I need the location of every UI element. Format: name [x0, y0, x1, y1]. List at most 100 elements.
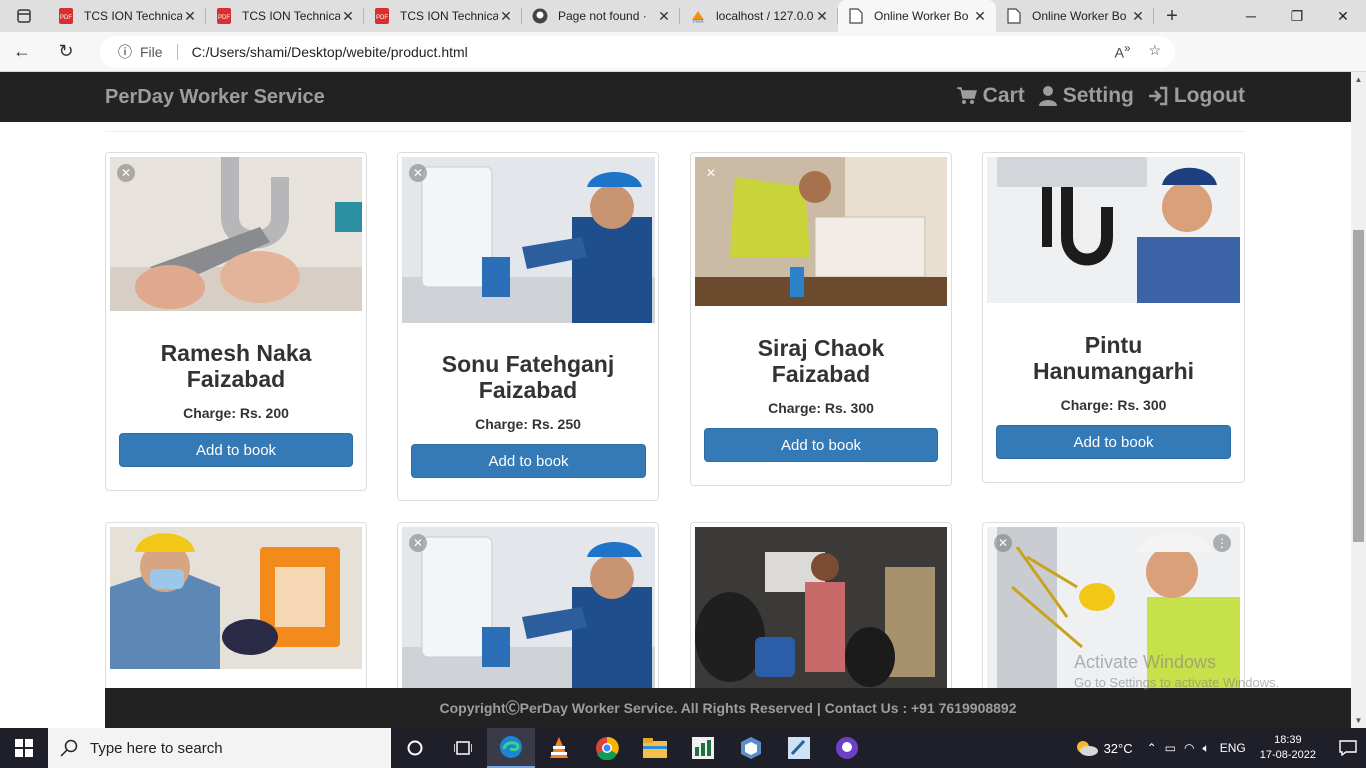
worker-name: Sonu Fatehganj Faizabad — [441, 351, 615, 403]
worker-name: Ramesh Naka Faizabad — [160, 340, 312, 392]
address-bar-row: ← ↻ ⓘ File C:/Users/shami/Desktop/webite… — [0, 32, 1366, 95]
browser-tab[interactable]: PDF TCS ION Technica ✕ — [364, 0, 522, 32]
browser-tab-active[interactable]: Online Worker Bo ✕ — [838, 0, 996, 32]
network-icon[interactable]: ◠ — [1184, 741, 1194, 756]
volume-icon[interactable]: 🔈︎ — [1203, 741, 1210, 756]
weather-icon — [1076, 741, 1098, 756]
page-icon — [848, 8, 864, 24]
new-tab-button[interactable]: + — [1154, 0, 1190, 32]
close-window-button[interactable]: ✕ — [1320, 0, 1366, 32]
back-button[interactable]: ← — [0, 32, 44, 72]
nav-setting[interactable]: Setting — [1038, 84, 1134, 108]
taskbar-app-notepad[interactable] — [775, 728, 823, 768]
battery-icon[interactable]: ▭ — [1165, 741, 1176, 756]
browser-tab[interactable]: PDF TCS ION Technica ✕ — [48, 0, 206, 32]
close-tab-icon[interactable]: ✕ — [340, 8, 356, 25]
info-icon: ⓘ — [118, 44, 132, 60]
browser-tab[interactable]: Page not found · ✕ — [522, 0, 680, 32]
vlc-icon — [550, 737, 568, 758]
scrollbar-thumb[interactable] — [1353, 230, 1364, 542]
scroll-down-icon[interactable]: ▼ — [1351, 713, 1366, 728]
worker-card — [690, 522, 952, 688]
tab-title: Online Worker Bo — [874, 9, 969, 23]
taskbar-app-spreadsheet[interactable] — [679, 728, 727, 768]
close-tab-icon[interactable]: ✕ — [182, 8, 198, 25]
clock[interactable]: 18:39 17-08-2022 — [1260, 733, 1316, 763]
worker-card: ✕ Ramesh Naka Faizabad Charge: Rs. 200 A… — [105, 152, 367, 491]
close-tab-icon[interactable]: ✕ — [972, 8, 988, 25]
add-to-book-button[interactable]: Add to book — [411, 444, 646, 478]
more-options-icon[interactable]: ⋮ — [1213, 534, 1231, 552]
add-favorite-icon[interactable]: ☆ — [1148, 42, 1161, 61]
tab-actions-button[interactable] — [0, 0, 48, 32]
restore-button[interactable]: ❐ — [1274, 0, 1320, 32]
close-icon[interactable]: ✕ — [702, 164, 720, 182]
product-grid: ✕ Ramesh Naka Faizabad Charge: Rs. 200 A… — [0, 122, 1351, 688]
close-tab-icon[interactable]: ✕ — [1130, 8, 1146, 25]
page-icon — [1006, 8, 1022, 24]
pdf-icon: PDF — [216, 8, 232, 24]
brand-link[interactable]: PerDay Worker Service — [105, 86, 325, 109]
close-icon[interactable]: ✕ — [409, 164, 427, 182]
weather-widget[interactable]: 32°C — [1074, 739, 1133, 757]
read-aloud-icon[interactable]: A» — [1115, 42, 1131, 61]
svg-text:PDF: PDF — [218, 15, 230, 21]
task-view-icon — [454, 741, 472, 755]
close-icon[interactable]: ✕ — [994, 534, 1012, 552]
taskbar-app-github-desktop[interactable] — [823, 728, 871, 768]
watermark-subtitle: Go to Settings to activate Windows. — [1074, 675, 1280, 690]
start-button[interactable] — [0, 728, 48, 768]
taskbar-app-vlc[interactable] — [535, 728, 583, 768]
windows-taskbar: Type here to search 32°C ⌃ ▭ ◠ 🔈︎ ENG 18… — [0, 728, 1366, 768]
taskbar-app-file-explorer[interactable] — [631, 728, 679, 768]
close-tab-icon[interactable]: ✕ — [656, 8, 672, 25]
notification-icon — [1339, 740, 1357, 756]
add-to-book-button[interactable]: Add to book — [119, 433, 353, 467]
browser-tab[interactable]: PDF TCS ION Technica ✕ — [206, 0, 364, 32]
github-icon — [532, 8, 548, 24]
taskbar-app-chrome[interactable] — [583, 728, 631, 768]
svg-text:PDF: PDF — [60, 15, 72, 21]
worker-card — [105, 522, 367, 688]
notifications-button[interactable] — [1330, 740, 1366, 756]
worker-photo — [987, 157, 1240, 303]
nav-cart-label: Cart — [982, 84, 1025, 107]
address-input[interactable]: ⓘ File C:/Users/shami/Desktop/webite/pro… — [100, 36, 1175, 68]
task-view-button[interactable] — [439, 728, 487, 768]
tab-actions-icon — [17, 9, 31, 23]
close-icon[interactable]: ✕ — [409, 534, 427, 552]
worker-card: ✕ — [397, 522, 659, 688]
page-scrollbar[interactable]: ▲ ▼ — [1351, 72, 1366, 728]
worker-name: Pintu Hanumangarhi — [1032, 332, 1195, 384]
browser-tab[interactable]: PMA localhost / 127.0.0 ✕ — [680, 0, 838, 32]
site-navbar: PerDay Worker Service Cart Setting Logou… — [0, 72, 1351, 122]
back-arrow-icon: ← — [13, 41, 31, 61]
worker-card: ✕ Sonu Fatehganj Faizabad Charge: Rs. 25… — [397, 152, 659, 501]
worker-photo — [695, 527, 947, 688]
taskbar-app-virtualbox[interactable] — [727, 728, 775, 768]
nav-logout-label: Logout — [1173, 84, 1245, 107]
github-desktop-icon — [836, 737, 858, 759]
language-indicator[interactable]: ENG — [1220, 741, 1246, 755]
chevron-up-icon[interactable]: ⌃ — [1147, 741, 1157, 756]
browser-tab[interactable]: Online Worker Bo ✕ — [996, 0, 1154, 32]
tab-title: TCS ION Technica — [242, 9, 340, 23]
close-icon[interactable]: ✕ — [117, 164, 135, 182]
watermark-title: Activate Windows — [1074, 652, 1217, 672]
cortana-button[interactable] — [391, 728, 439, 768]
refresh-button[interactable]: ↻ — [44, 32, 88, 72]
taskbar-search-input[interactable]: Type here to search — [48, 728, 391, 768]
user-icon — [1038, 86, 1057, 106]
close-icon: ✕ — [1337, 7, 1349, 24]
clock-time: 18:39 — [1274, 734, 1302, 746]
nav-cart[interactable]: Cart — [956, 84, 1025, 108]
add-to-book-button[interactable]: Add to book — [996, 425, 1231, 459]
worker-charge: Charge: Rs. 300 — [1060, 397, 1167, 413]
close-tab-icon[interactable]: ✕ — [814, 8, 830, 25]
minimize-button[interactable]: ─ — [1228, 0, 1274, 32]
taskbar-app-edge[interactable] — [487, 728, 535, 768]
scroll-up-icon[interactable]: ▲ — [1351, 72, 1366, 87]
add-to-book-button[interactable]: Add to book — [704, 428, 938, 462]
nav-logout[interactable]: Logout — [1148, 84, 1245, 108]
close-tab-icon[interactable]: ✕ — [498, 8, 514, 25]
